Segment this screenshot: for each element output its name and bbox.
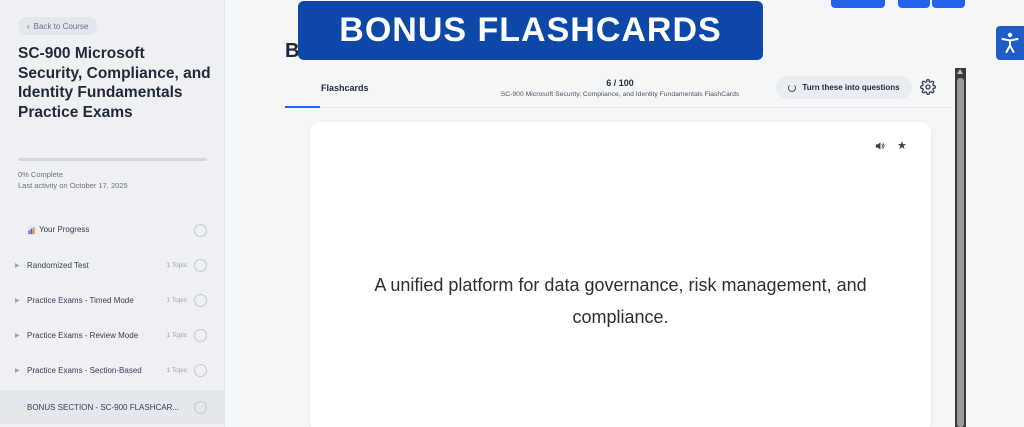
back-to-course-button[interactable]: ‹ Back to Course — [18, 17, 98, 35]
tab-divider — [285, 107, 950, 108]
course-sidebar: ‹ Back to Course SC-900 Microsoft Securi… — [0, 0, 225, 427]
speaker-icon[interactable] — [875, 141, 885, 151]
caret-right-icon[interactable]: ▶ — [15, 332, 20, 339]
sidebar-item-label: BONUS SECTION - SC-900 FLASHCAR... — [27, 402, 180, 412]
tab-active-indicator — [285, 106, 320, 108]
top-action-button[interactable] — [831, 0, 885, 8]
chevron-left-icon: ‹ — [27, 21, 30, 31]
status-circle — [194, 363, 207, 377]
accessibility-button[interactable] — [996, 26, 1024, 60]
status-circle — [194, 328, 207, 342]
flashcard[interactable]: ★ A unified platform for data governance… — [310, 122, 931, 427]
sidebar-item-bonus-flashcards[interactable]: BONUS SECTION - SC-900 FLASHCAR... — [0, 390, 225, 424]
back-to-course-label: Back to Course — [33, 21, 89, 31]
topic-count: 1 Topic — [166, 331, 187, 339]
caret-right-icon[interactable]: ▶ — [15, 297, 20, 304]
gear-icon[interactable] — [920, 79, 936, 95]
last-activity: Last activity on October 17, 2025 — [18, 181, 128, 190]
status-circle — [194, 258, 207, 272]
your-progress-label: Your Progress — [39, 225, 90, 235]
topic-count: 1 Topic — [166, 366, 187, 374]
course-title: SC-900 Microsoft Security, Compliance, a… — [18, 45, 211, 121]
sidebar-item-label: Practice Exams - Review Mode — [27, 330, 139, 340]
sidebar-item-randomized-test[interactable]: ▶ Randomized Test 1 Topic — [0, 248, 225, 282]
card-counter: 6 / 100 — [606, 78, 634, 88]
top-nav-button[interactable] — [932, 0, 965, 8]
sidebar-item-timed-mode[interactable]: ▶ Practice Exams - Timed Mode 1 Topic — [0, 283, 225, 317]
sidebar-item-section-based[interactable]: ▶ Practice Exams - Section-Based 1 Topic — [0, 353, 225, 387]
sidebar-item-label: Randomized Test — [27, 260, 89, 270]
sidebar-item-review-mode[interactable]: ▶ Practice Exams - Review Mode 1 Topic — [0, 318, 225, 352]
sidebar-item-your-progress[interactable]: Your Progress — [0, 213, 225, 247]
scroll-up-arrow[interactable] — [957, 69, 963, 74]
topic-count: 1 Topic — [166, 261, 187, 269]
sidebar-item-label: Practice Exams - Section-Based — [27, 365, 142, 375]
bar-chart-icon — [27, 225, 36, 235]
status-circle — [194, 400, 207, 414]
caret-right-icon[interactable]: ▶ — [15, 367, 20, 374]
course-progress-bar — [18, 158, 207, 161]
flashcard-text: A unified platform for data governance, … — [374, 275, 867, 327]
topic-count: 1 Topic — [166, 296, 187, 304]
tab-flashcards[interactable]: Flashcards — [321, 83, 369, 93]
caret-right-icon[interactable]: ▶ — [15, 262, 20, 269]
status-circle — [194, 293, 207, 307]
sidebar-item-label: Practice Exams - Timed Mode — [27, 295, 134, 305]
deck-name: SC-900 Microsoft Security, Compliance, a… — [500, 91, 740, 98]
bonus-flashcards-banner: BONUS FLASHCARDS — [298, 1, 763, 60]
top-nav-button[interactable] — [898, 0, 930, 8]
your-progress-wrap: Your Progress — [27, 225, 90, 235]
accessibility-icon — [1001, 32, 1019, 53]
star-icon[interactable]: ★ — [897, 139, 907, 152]
spinner-icon — [788, 83, 797, 92]
status-circle — [194, 223, 207, 237]
turn-into-questions-label: Turn these into questions — [802, 83, 900, 92]
progress-percent: 0% Complete — [18, 170, 64, 179]
vertical-scrollbar[interactable] — [955, 68, 966, 427]
turn-into-questions-button[interactable]: Turn these into questions — [776, 76, 912, 99]
scroll-thumb[interactable] — [957, 78, 964, 427]
